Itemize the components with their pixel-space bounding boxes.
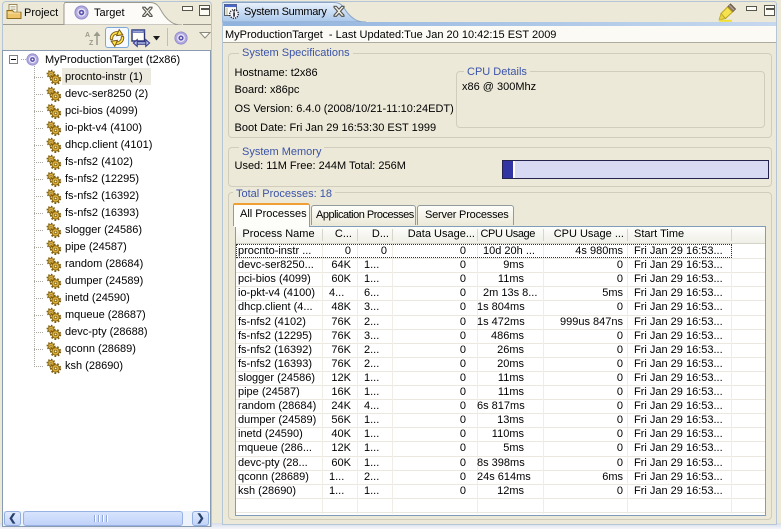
svg-text:Z: Z [89,40,94,46]
svg-text:A: A [85,32,90,39]
